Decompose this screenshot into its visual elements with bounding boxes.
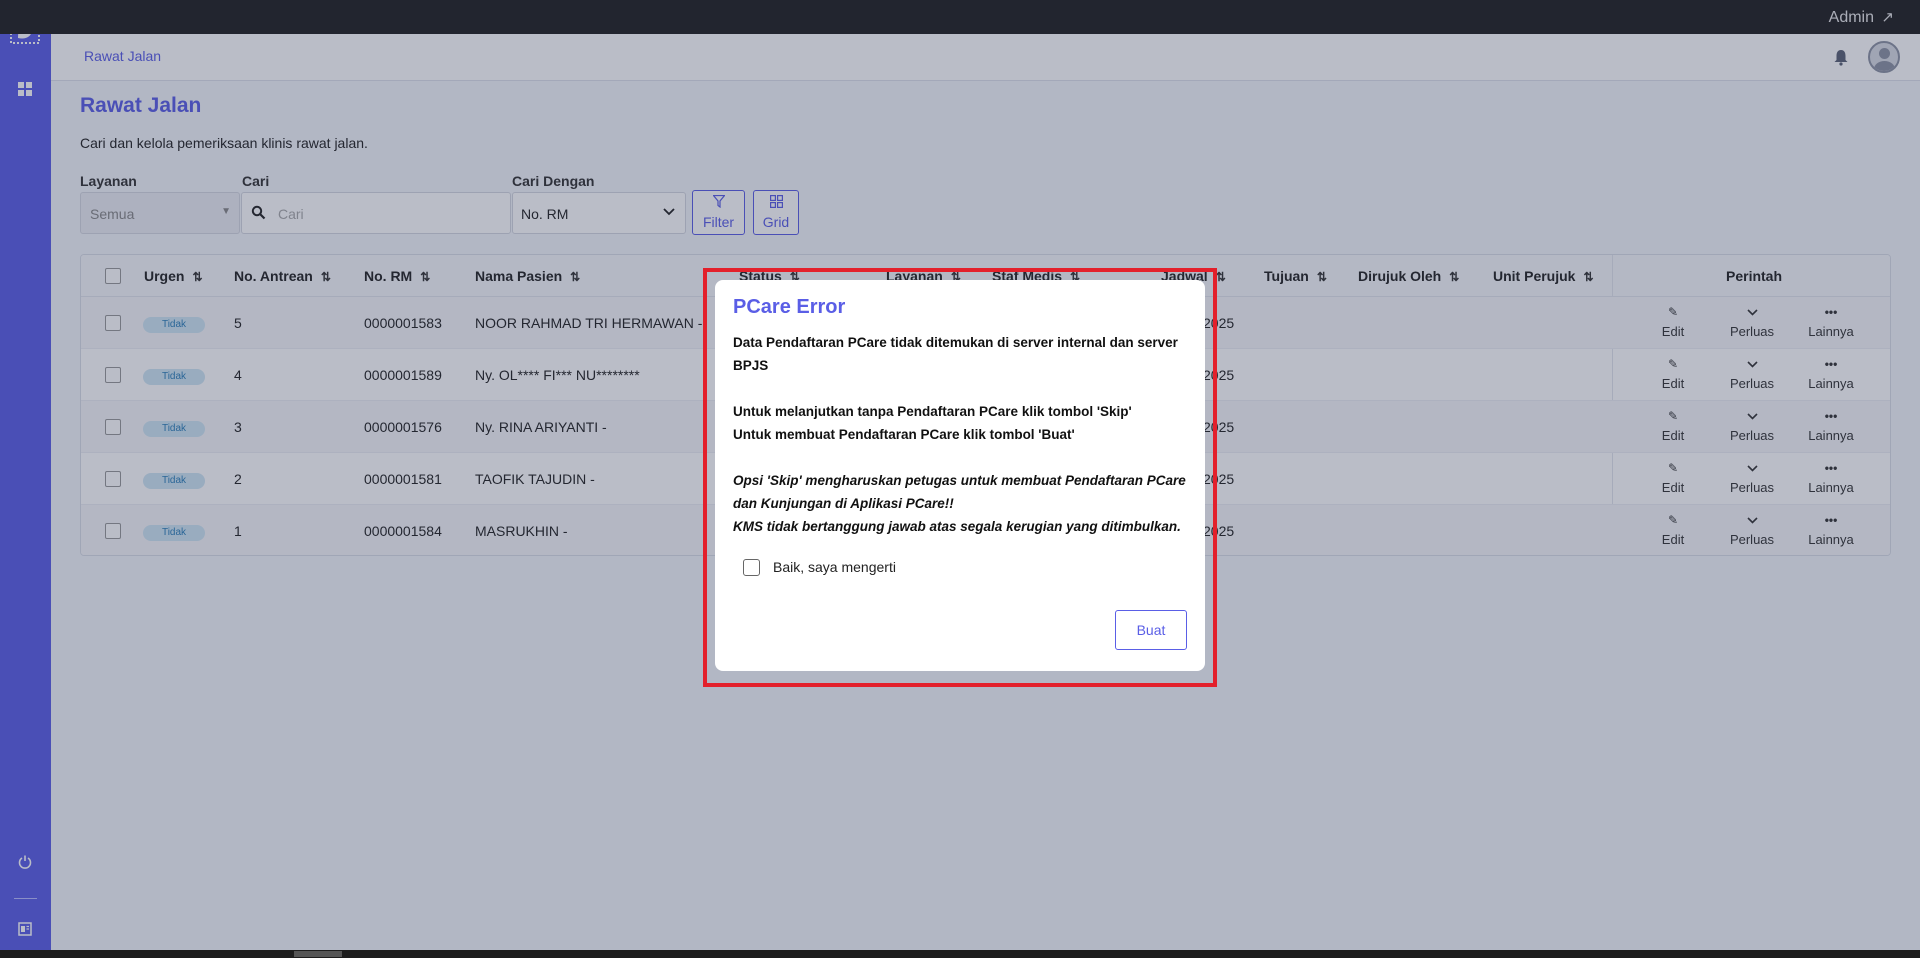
pcare-error-dialog: PCare Error Data Pendaftaran PCare tidak… [715, 280, 1205, 671]
dialog-message-3: Untuk membuat Pendaftaran PCare klik tom… [733, 427, 1075, 442]
scrollbar-thumb[interactable] [294, 951, 342, 957]
understand-checkbox-label[interactable]: Baik, saya mengerti [773, 559, 896, 575]
dialog-message-2: Untuk melanjutkan tanpa Pendaftaran PCar… [733, 404, 1132, 419]
horizontal-scrollbar[interactable] [0, 950, 1920, 958]
dialog-warning-2: KMS tidak bertanggung jawab atas segala … [733, 519, 1181, 534]
buat-button[interactable]: Buat [1115, 610, 1187, 650]
understand-checkbox[interactable] [743, 559, 760, 576]
dialog-warning-1: Opsi 'Skip' mengharuskan petugas untuk m… [733, 473, 1186, 511]
dialog-title: PCare Error [733, 296, 846, 318]
dialog-message-1: Data Pendaftaran PCare tidak ditemukan d… [733, 335, 1178, 373]
